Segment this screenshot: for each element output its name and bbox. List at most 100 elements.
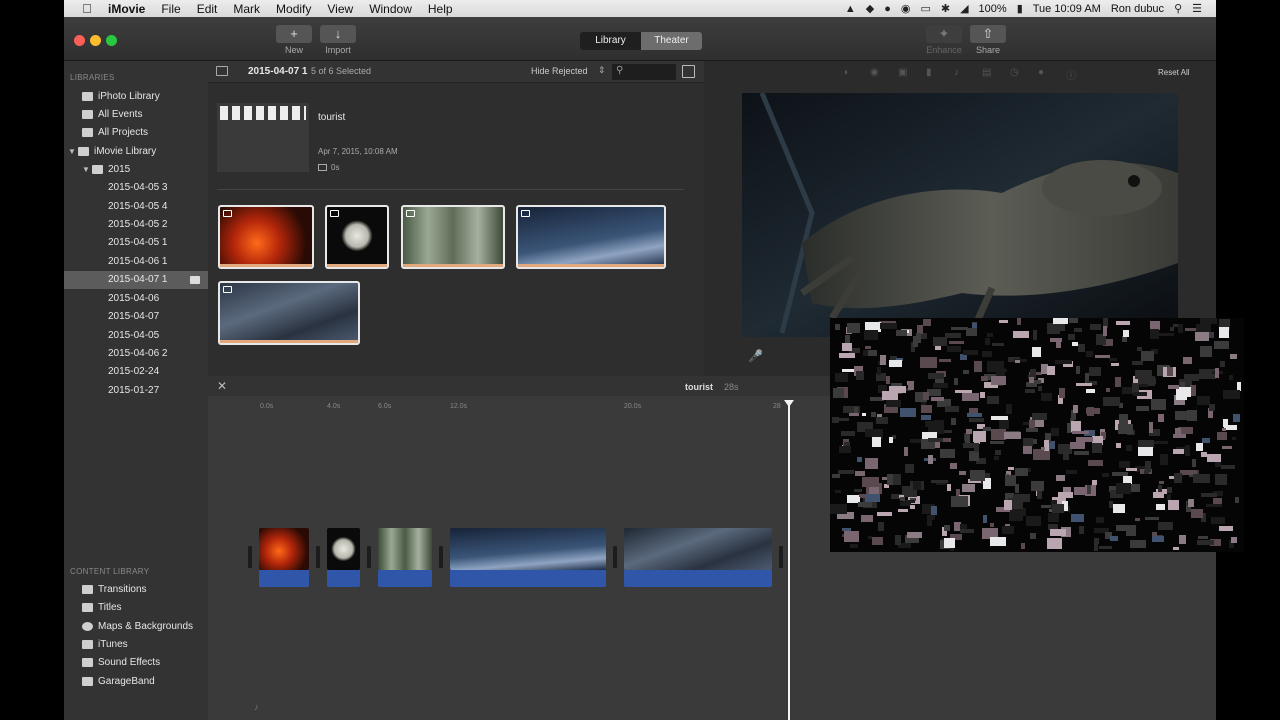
color-correction-icon[interactable]: ◉ bbox=[870, 67, 879, 78]
import-button[interactable]: ↓ Import bbox=[320, 25, 356, 55]
menu-window[interactable]: Window bbox=[361, 2, 420, 16]
sidebar-item-sound-effects[interactable]: Sound Effects bbox=[64, 654, 208, 672]
sidebar-item-titles[interactable]: Titles bbox=[64, 599, 208, 617]
menu-file[interactable]: File bbox=[153, 2, 188, 16]
menu-view[interactable]: View bbox=[319, 2, 361, 16]
clip-fire[interactable] bbox=[218, 205, 314, 269]
battery-percent[interactable]: 100% bbox=[979, 3, 1007, 15]
sidebar-item-iphoto-library[interactable]: iPhoto Library bbox=[64, 88, 208, 106]
hide-rejected-select[interactable]: Hide Rejected bbox=[531, 66, 588, 76]
wifi-icon[interactable]: ◢ bbox=[960, 2, 968, 15]
clip-audio-track[interactable] bbox=[450, 570, 606, 587]
sidebar-item-2015[interactable]: ▼ 2015 bbox=[64, 161, 208, 179]
microphone-icon[interactable]: 🎤 bbox=[748, 349, 763, 363]
adobe-icon[interactable]: ▲ bbox=[845, 3, 856, 15]
sidebar-event[interactable]: 2015-04-05 3 bbox=[64, 179, 208, 197]
sidebar-item-imovie-library[interactable]: ▼ iMovie Library bbox=[64, 143, 208, 161]
spotlight-search-icon[interactable]: ⚲ bbox=[1174, 2, 1182, 15]
crop-icon[interactable]: ▣ bbox=[898, 67, 907, 78]
sidebar-toggle-icon[interactable] bbox=[216, 66, 228, 76]
sidebar-event[interactable]: 2015-04-07 bbox=[64, 308, 208, 326]
clip-lizard[interactable] bbox=[218, 281, 360, 345]
clip-audio-track[interactable] bbox=[624, 570, 772, 587]
close-window-button[interactable] bbox=[74, 35, 85, 46]
glitch-pixel bbox=[1038, 386, 1042, 391]
sidebar-event[interactable]: 2015-02-24 bbox=[64, 363, 208, 381]
sidebar-event[interactable]: 2015-04-06 2 bbox=[64, 345, 208, 363]
noise-reduction-icon[interactable]: ▤ bbox=[982, 67, 991, 78]
sidebar-item-transitions[interactable]: Transitions bbox=[64, 581, 208, 599]
minimize-window-button[interactable] bbox=[90, 35, 101, 46]
glitch-pixel bbox=[939, 359, 951, 362]
transition-marker[interactable] bbox=[613, 546, 617, 568]
disclosure-triangle-icon[interactable]: ▼ bbox=[68, 143, 78, 161]
clip-forest[interactable] bbox=[401, 205, 505, 269]
tab-library[interactable]: Library bbox=[580, 32, 641, 50]
timeline-clip-lizard[interactable] bbox=[624, 528, 772, 570]
menu-mark[interactable]: Mark bbox=[225, 2, 268, 16]
dropbox-icon[interactable]: ◆ bbox=[866, 2, 874, 15]
playhead-handle-icon[interactable] bbox=[784, 400, 794, 407]
sidebar-event[interactable]: 2015-04-05 4 bbox=[64, 198, 208, 216]
speed-icon[interactable]: ◷ bbox=[1010, 67, 1019, 78]
sidebar-item-maps-backgrounds[interactable]: Maps & Backgrounds bbox=[64, 618, 208, 636]
airplay-icon[interactable]: ▭ bbox=[920, 2, 930, 15]
project-thumbnail[interactable] bbox=[217, 103, 309, 172]
disclosure-triangle-icon[interactable]: ▼ bbox=[82, 161, 92, 179]
clock[interactable]: Tue 10:09 AM bbox=[1033, 3, 1101, 15]
sidebar-item-all-events[interactable]: All Events bbox=[64, 106, 208, 124]
sidebar-event[interactable]: 2015-04-05 2 bbox=[64, 216, 208, 234]
record-icon[interactable]: ◉ bbox=[901, 2, 911, 15]
transition-marker[interactable] bbox=[439, 546, 443, 568]
timeline-clip-forest[interactable] bbox=[378, 528, 432, 570]
menu-modify[interactable]: Modify bbox=[268, 2, 319, 16]
clip-audio-track[interactable] bbox=[259, 570, 309, 587]
sidebar-item-itunes[interactable]: iTunes bbox=[64, 636, 208, 654]
timeline-clip-swamp[interactable] bbox=[450, 528, 606, 570]
menu-imovie[interactable]: iMovie bbox=[100, 2, 153, 16]
transition-marker[interactable] bbox=[779, 546, 783, 568]
bluetooth-icon[interactable]: ✱ bbox=[941, 2, 950, 15]
background-music-icon[interactable]: ♪ bbox=[254, 702, 259, 712]
sidebar-event[interactable]: 2015-04-06 1 bbox=[64, 253, 208, 271]
share-button[interactable]: ⇧ Share bbox=[970, 25, 1006, 55]
sidebar-event[interactable]: 2015-04-05 1 bbox=[64, 234, 208, 252]
video-viewer[interactable] bbox=[742, 93, 1178, 337]
color-balance-icon[interactable]: ◑ bbox=[842, 67, 848, 78]
timeline-clip-moon[interactable] bbox=[327, 528, 360, 570]
sidebar-item-all-projects[interactable]: All Projects bbox=[64, 124, 208, 142]
glitch-pixel bbox=[835, 373, 848, 382]
transition-marker[interactable] bbox=[248, 546, 252, 568]
clip-audio-track[interactable] bbox=[327, 570, 360, 587]
transition-marker[interactable] bbox=[316, 546, 320, 568]
filter-icon[interactable]: ● bbox=[1038, 67, 1044, 78]
menu-edit[interactable]: Edit bbox=[189, 2, 226, 16]
clip-audio-track[interactable] bbox=[378, 570, 432, 587]
tab-theater[interactable]: Theater bbox=[641, 32, 702, 50]
playhead[interactable] bbox=[788, 404, 790, 720]
new-button[interactable]: + New bbox=[276, 25, 312, 55]
menu-help[interactable]: Help bbox=[420, 2, 461, 16]
sidebar-event-selected[interactable]: 2015-04-07 1 bbox=[64, 271, 208, 289]
notification-center-icon[interactable]: ☰ bbox=[1192, 2, 1202, 15]
apple-icon[interactable]:  bbox=[74, 1, 100, 16]
stabilization-icon[interactable]: ▮ bbox=[926, 67, 932, 78]
enhance-button[interactable]: ✦ Enhance bbox=[926, 25, 962, 55]
sidebar-event[interactable]: 2015-04-05 bbox=[64, 327, 208, 345]
search-input[interactable]: ⚲ bbox=[612, 64, 676, 80]
gamepad-icon[interactable]: ● bbox=[884, 3, 891, 15]
volume-icon[interactable]: ♪ bbox=[954, 67, 959, 78]
clip-moon[interactable] bbox=[325, 205, 389, 269]
timeline-clip-fire[interactable] bbox=[259, 528, 309, 570]
sidebar-event[interactable]: 2015-01-27 bbox=[64, 382, 208, 400]
sidebar-event[interactable]: 2015-04-06 bbox=[64, 290, 208, 308]
info-icon[interactable]: ⓘ bbox=[1066, 67, 1076, 82]
user-name[interactable]: Ron dubuc bbox=[1111, 3, 1164, 15]
close-timeline-icon[interactable]: ✕ bbox=[217, 379, 227, 393]
transition-marker[interactable] bbox=[367, 546, 371, 568]
reset-all-button[interactable]: Reset All bbox=[1158, 68, 1190, 77]
filmstrip-view-icon[interactable] bbox=[682, 65, 695, 78]
sidebar-item-garageband[interactable]: GarageBand bbox=[64, 673, 208, 691]
zoom-window-button[interactable] bbox=[106, 35, 117, 46]
clip-swamp[interactable] bbox=[516, 205, 666, 269]
